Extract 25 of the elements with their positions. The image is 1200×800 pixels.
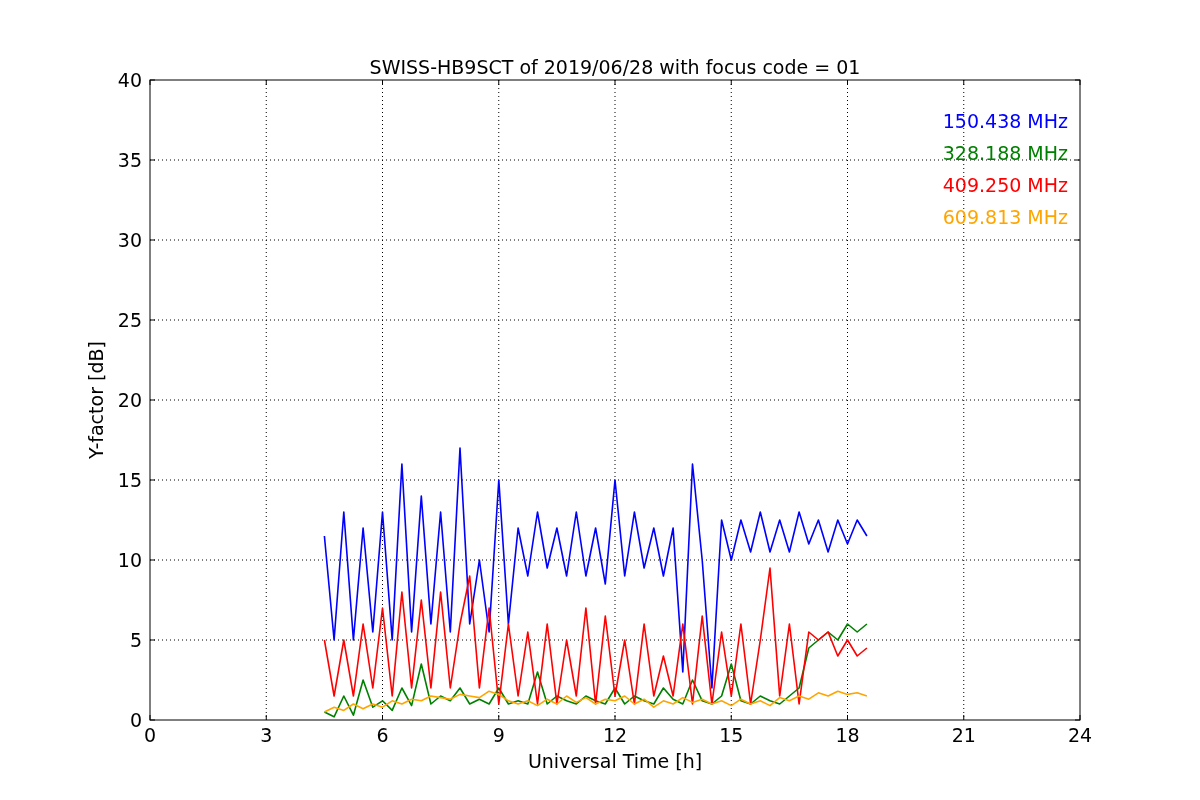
tick-label: 24 — [1067, 724, 1093, 746]
legend-entry: 150.438 MHz — [942, 110, 1068, 132]
tick-label: 20 — [117, 389, 142, 411]
tick-label: 0 — [129, 709, 142, 731]
tick-label: 3 — [260, 724, 273, 746]
tick-label: 5 — [129, 629, 142, 651]
legend-entry: 609.813 MHz — [942, 206, 1068, 228]
tick-label: 12 — [602, 724, 628, 746]
x-axis-label: Universal Time [h] — [527, 750, 703, 772]
tick-label: 15 — [117, 469, 142, 491]
tick-label: 21 — [951, 724, 976, 746]
tick-label: 25 — [117, 309, 142, 331]
tick-label: 10 — [117, 549, 142, 571]
tick-label: 6 — [376, 724, 389, 746]
tick-label: 9 — [492, 724, 505, 746]
tick-label: 40 — [117, 69, 142, 91]
legend-entry: 409.250 MHz — [942, 174, 1068, 196]
tick-label: 30 — [117, 229, 142, 251]
tick-label: 35 — [117, 149, 142, 171]
tick-label: 0 — [143, 724, 157, 746]
legend-entry: 328.188 MHz — [942, 142, 1068, 164]
y-axis-label: Y-factor [dB] — [85, 341, 107, 459]
chart-title: SWISS-HB9SCT of 2019/06/28 with focus code = 01 — [369, 56, 861, 78]
tick-label: 15 — [719, 724, 744, 746]
tick-label: 18 — [835, 724, 860, 746]
